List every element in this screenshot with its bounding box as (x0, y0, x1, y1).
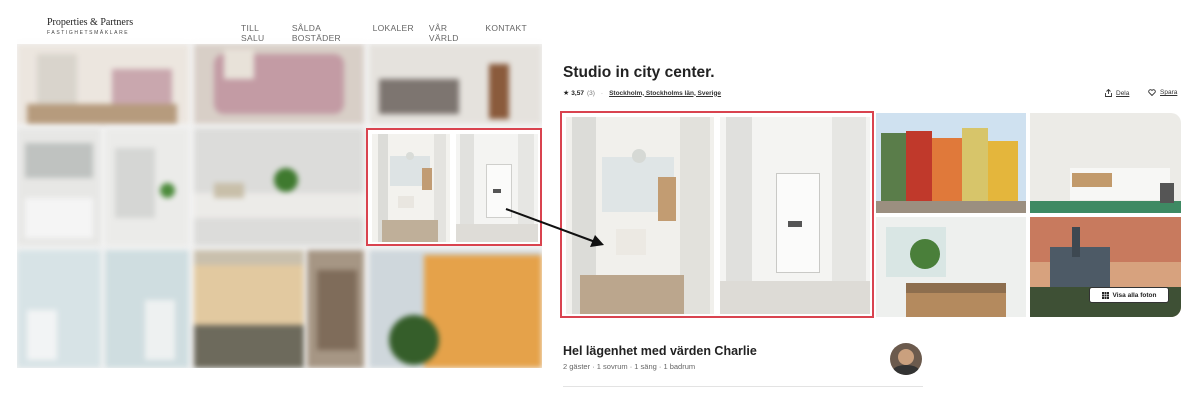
photo-tile[interactable] (17, 44, 189, 124)
rating-value: 3,57 (571, 89, 584, 97)
photo-tile[interactable] (17, 250, 101, 368)
left-website-screenshot: Properties & Partners FASTIGHETSMÄKLARE … (17, 12, 542, 368)
entrance-door-photo (720, 117, 870, 314)
left-site-nav: TILL SALU SÅLDA BOSTÄDER LOKALER VÅR VÄR… (241, 23, 542, 43)
share-button[interactable]: Dela (1105, 89, 1129, 97)
photo-tile[interactable] (369, 44, 542, 124)
grid-icon (1101, 291, 1109, 299)
save-button[interactable]: Spara (1148, 89, 1177, 96)
left-site-header: Properties & Partners FASTIGHETSMÄKLARE … (17, 12, 542, 44)
separator-dot: · (600, 89, 604, 97)
nav-item-var-varld[interactable]: VÅR VÄRLD (429, 23, 470, 43)
arrow-icon (505, 208, 604, 247)
gallery-thumb-bedroom[interactable] (1030, 113, 1181, 213)
nav-item-till-salu[interactable]: TILL SALU (241, 23, 277, 43)
host-details: 2 gäster · 1 sovrum · 1 säng · 1 badrum (563, 362, 696, 371)
logo-name: Properties & Partners (47, 17, 134, 28)
photo-tile[interactable] (17, 128, 101, 246)
section-divider (563, 386, 923, 387)
left-site-logo[interactable]: Properties & Partners FASTIGHETSMÄKLARE (47, 18, 133, 36)
gallery-thumb-dining[interactable] (876, 217, 1026, 317)
photo-tile[interactable] (105, 128, 189, 246)
heart-icon (1148, 89, 1156, 96)
photo-tile[interactable] (369, 250, 542, 368)
nav-item-lokaler[interactable]: LOKALER (373, 23, 414, 43)
show-all-label: Visa alla foton (1112, 291, 1157, 299)
nav-item-kontakt[interactable]: KONTAKT (485, 23, 527, 43)
share-icon (1105, 89, 1112, 97)
star-icon: ★ (563, 90, 570, 97)
photo-tile[interactable] (307, 250, 364, 368)
host-title: Hel lägenhet med värden Charlie (563, 344, 757, 358)
logo-subtitle: FASTIGHETSMÄKLARE (47, 30, 130, 36)
share-label: Dela (1116, 89, 1130, 97)
photo-tile[interactable] (194, 250, 304, 368)
photo-tile[interactable] (105, 250, 189, 368)
photo-tile[interactable] (194, 44, 364, 124)
hallway-photo-left[interactable] (372, 134, 450, 242)
nav-item-salda-bostader[interactable]: SÅLDA BOSTÄDER (292, 23, 358, 43)
review-count[interactable]: (3) (587, 90, 595, 97)
photo-tile[interactable] (194, 128, 364, 246)
host-avatar[interactable] (890, 343, 922, 375)
listing-meta: ★ 3,57 (3) · Stockholm, Stockholms län, … (563, 89, 721, 98)
gallery-thumb-old-town[interactable] (876, 113, 1026, 213)
show-all-photos-button[interactable]: Visa alla foton (1089, 287, 1169, 303)
listing-title: Studio in city center. (563, 64, 715, 81)
location-link[interactable]: Stockholm, Stockholms län, Sverige (609, 90, 721, 97)
save-label: Spara (1160, 89, 1178, 96)
